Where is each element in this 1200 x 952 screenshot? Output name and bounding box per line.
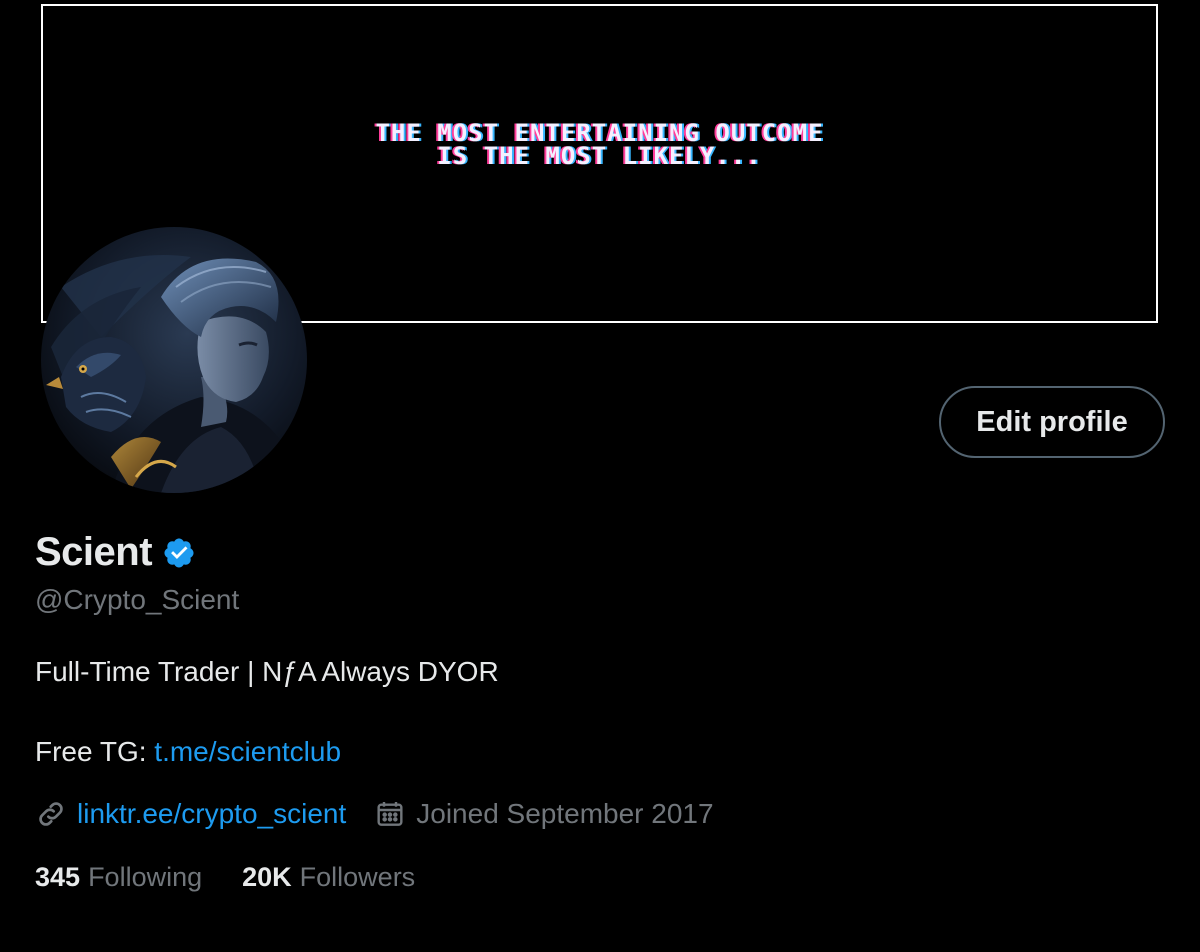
avatar-image [41, 227, 307, 493]
following-label: Following [88, 862, 203, 892]
profile-page: THE MOST ENTERTAINING OUTCOME IS THE MOS… [0, 0, 1200, 952]
bio-line: Full-Time Trader | NƒA Always DYOR [35, 656, 499, 687]
link-icon [35, 798, 67, 830]
banner-text: THE MOST ENTERTAINING OUTCOME IS THE MOS… [375, 119, 824, 170]
bio-telegram-prefix: Free TG: [35, 736, 155, 767]
joined-date: Joined September 2017 [416, 798, 714, 829]
followers-label: Followers [299, 862, 416, 892]
follow-stats: 345 Following 20K Followers [35, 862, 415, 893]
handle: @Crypto_Scient [35, 584, 240, 615]
verified-badge-icon[interactable] [162, 536, 196, 570]
followers-count: 20K [242, 862, 292, 892]
joined-item: Joined September 2017 [374, 798, 714, 830]
telegram-link[interactable]: t.me/scientclub [154, 736, 341, 767]
following-count: 345 [35, 862, 81, 892]
followers-stat[interactable]: 20K Followers [242, 862, 415, 893]
bio-telegram-line: Free TG: t.me/scientclub [35, 736, 341, 768]
calendar-icon [374, 798, 406, 830]
display-name: Scient [35, 530, 153, 574]
profile-meta: linktr.ee/crypto_scient Joined September… [35, 798, 714, 830]
edit-profile-button[interactable]: Edit profile [939, 386, 1165, 458]
name-row: Scient [35, 530, 196, 575]
website-item[interactable]: linktr.ee/crypto_scient [35, 798, 346, 830]
following-stat[interactable]: 345 Following [35, 862, 202, 893]
website-link[interactable]: linktr.ee/crypto_scient [77, 798, 346, 830]
avatar[interactable] [41, 227, 307, 493]
